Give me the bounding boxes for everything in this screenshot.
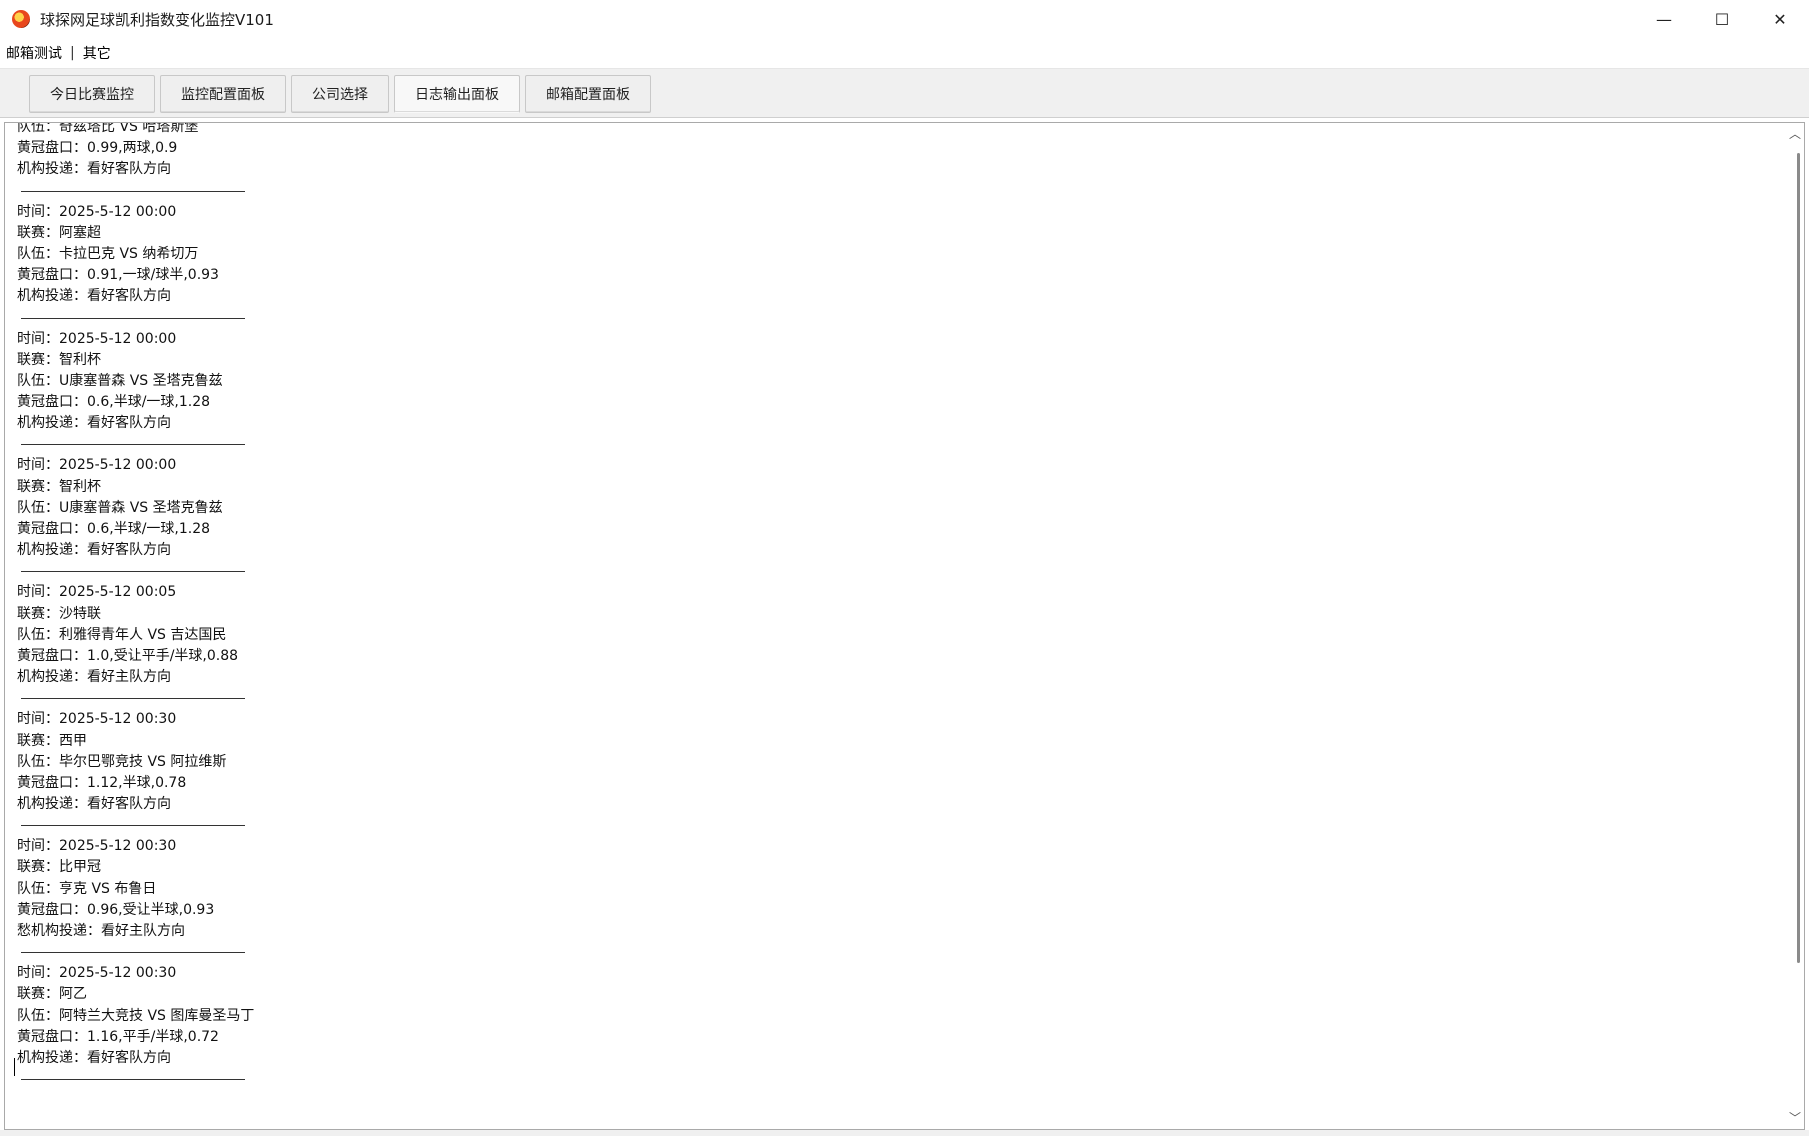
- log-line: 机构投递：看好客队方向: [17, 1049, 171, 1066]
- log-separator: [21, 571, 245, 573]
- maximize-button[interactable]: ☐: [1693, 0, 1751, 38]
- log-line: 队伍：利雅得青年人 VS 吉达国民: [17, 626, 227, 643]
- scroll-down-icon[interactable]: ﹀: [1788, 1111, 1802, 1125]
- log-line: 黄冠盘口：0.6,半球/一球,1.28: [17, 521, 211, 537]
- log-separator: [21, 952, 245, 954]
- text-caret: [14, 1058, 15, 1076]
- log-line: 联赛：西甲: [17, 732, 87, 749]
- scroll-up-icon[interactable]: ︿: [1788, 127, 1802, 141]
- log-line: 联赛：沙特联: [17, 605, 101, 622]
- scroll-thumb[interactable]: [1797, 153, 1800, 963]
- log-line: 黄冠盘口：1.16,平手/半球,0.72: [17, 1028, 219, 1045]
- log-line: 机构投递：看好客队方向: [17, 161, 171, 178]
- log-line: 联赛：智利杯: [17, 478, 101, 495]
- log-output-panel[interactable]: 队伍：奇兹塔比 VS 哈塔斯堡黄冠盘口：0.99,两球,0.9 机构投递：看好客队…: [4, 122, 1805, 1130]
- log-line: 愁机构投递：看好主队方向: [17, 923, 185, 939]
- log-line: 队伍：奇兹塔比 VS 哈塔斯堡: [17, 122, 199, 135]
- menu-separator: |: [70, 45, 75, 61]
- log-line: 联赛：比甲冠: [17, 859, 101, 876]
- log-line: 时间：2025-5-12 00:30: [17, 838, 177, 855]
- tab-log-output[interactable]: 日志输出面板: [394, 75, 520, 113]
- tab-company-select[interactable]: 公司选择: [291, 75, 389, 113]
- log-line: 黄冠盘口：0.96,受让半球,0.93: [17, 901, 215, 918]
- tab-monitor-config[interactable]: 监控配置面板: [160, 75, 286, 113]
- log-line: 黄冠盘口：0.99,两球,0.9: [17, 140, 178, 157]
- log-line: 机构投递：看好客队方向: [17, 288, 171, 305]
- log-line: 黄冠盘口：1.0,受让平手/半球,0.88: [17, 647, 239, 664]
- log-separator: [21, 1079, 245, 1081]
- log-line: 联赛：智利杯: [17, 351, 101, 368]
- tab-today-monitor[interactable]: 今日比赛监控: [29, 75, 155, 113]
- log-line: 队伍：亨克 VS 布鲁日: [17, 880, 157, 897]
- log-line: 机构投递：看好客队方向: [17, 415, 171, 432]
- log-line: 队伍：U康塞普森 VS 圣塔克鲁兹: [17, 372, 223, 389]
- log-line: 时间：2025-5-12 00:00: [17, 457, 177, 474]
- log-line: 时间：2025-5-12 00:30: [17, 711, 177, 728]
- log-separator: [21, 698, 245, 700]
- log-line: 联赛：阿乙: [17, 986, 87, 1003]
- log-line: 黄冠盘口：0.6,半球/一球,1.28: [17, 394, 211, 411]
- log-line: 黄冠盘口：0.91,一球/球半,0.93: [17, 267, 219, 284]
- log-line: 时间：2025-5-12 00:00: [17, 203, 177, 220]
- log-line: 时间：2025-5-12 00:00: [17, 330, 177, 347]
- menu-item-other[interactable]: 其它: [77, 43, 117, 63]
- log-line: 队伍：毕尔巴鄂竞技 VS 阿拉维斯: [17, 753, 227, 770]
- log-line: 机构投递：看好主队方向: [17, 669, 171, 686]
- log-line: 黄冠盘口：1.12,半球,0.78: [17, 774, 187, 791]
- log-line: 时间：2025-5-12 00:05: [17, 584, 177, 601]
- log-line: 时间：2025-5-12 00:30: [17, 965, 177, 982]
- log-line: 联赛：阿塞超: [17, 224, 101, 241]
- log-separator: [21, 317, 245, 319]
- vertical-scrollbar[interactable]: ︿ ﹀: [1786, 123, 1804, 1129]
- tab-strip: 今日比赛监控 监控配置面板 公司选择 日志输出面板 邮箱配置面板: [0, 69, 1809, 118]
- window-controls: — ☐ ✕: [1635, 0, 1809, 38]
- menu-bar: 邮箱测试 | 其它: [0, 38, 1809, 69]
- minimize-button[interactable]: —: [1635, 0, 1693, 38]
- log-line: 机构投递：看好客队方向: [17, 542, 171, 559]
- title-bar: 球探网足球凯利指数变化监控V101 — ☐ ✕: [0, 0, 1809, 38]
- log-text: 队伍：奇兹塔比 VS 哈塔斯堡黄冠盘口：0.99,两球,0.9 机构投递：看好客队…: [17, 122, 1767, 1090]
- tabs-container: 今日比赛监控 监控配置面板 公司选择 日志输出面板 邮箱配置面板: [29, 75, 651, 113]
- log-separator: [21, 190, 245, 192]
- log-line: 队伍：卡拉巴克 VS 纳希切万: [17, 245, 199, 262]
- window-title: 球探网足球凯利指数变化监控V101: [40, 10, 274, 29]
- log-line: 队伍：U康塞普森 VS 圣塔克鲁兹: [17, 499, 223, 516]
- close-button[interactable]: ✕: [1751, 0, 1809, 38]
- window-bottom-edge: [0, 1130, 1809, 1136]
- tab-email-config[interactable]: 邮箱配置面板: [525, 75, 651, 113]
- log-line: 机构投递：看好客队方向: [17, 796, 171, 813]
- log-separator: [21, 825, 245, 827]
- log-separator: [21, 444, 245, 446]
- log-line: 队伍：阿特兰大竞技 VS 图库曼圣马丁: [17, 1007, 255, 1024]
- menu-item-email-test[interactable]: 邮箱测试: [0, 43, 68, 63]
- app-logo-icon: [12, 10, 30, 28]
